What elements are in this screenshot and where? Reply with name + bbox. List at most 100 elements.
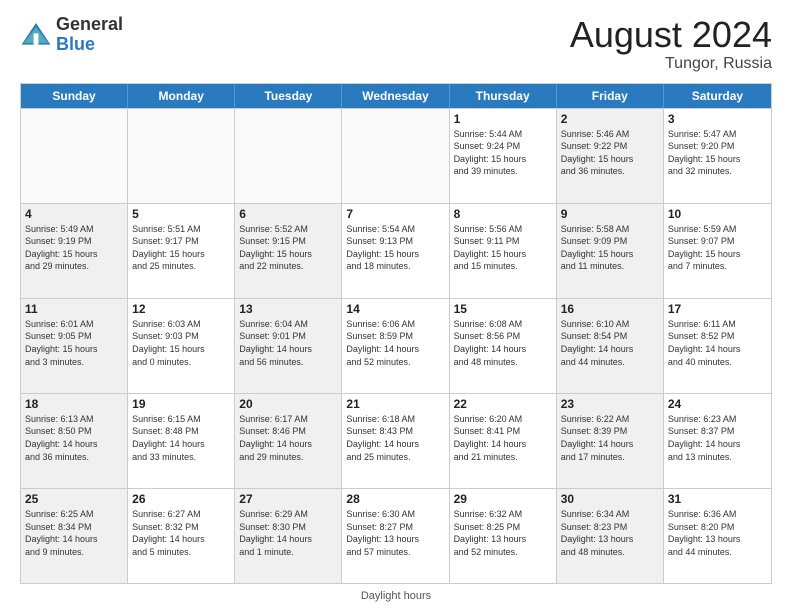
calendar-cell: 30Sunrise: 6:34 AM Sunset: 8:23 PM Dayli… [557, 489, 664, 583]
day-info: Sunrise: 6:22 AM Sunset: 8:39 PM Dayligh… [561, 413, 659, 463]
calendar-row: 18Sunrise: 6:13 AM Sunset: 8:50 PM Dayli… [21, 393, 771, 488]
calendar-cell: 26Sunrise: 6:27 AM Sunset: 8:32 PM Dayli… [128, 489, 235, 583]
day-info: Sunrise: 6:11 AM Sunset: 8:52 PM Dayligh… [668, 318, 767, 368]
footer: Daylight hours [20, 590, 772, 602]
day-info: Sunrise: 6:08 AM Sunset: 8:56 PM Dayligh… [454, 318, 552, 368]
calendar-cell: 29 Sunrise: 6:32 AM Sunset: 8:25 PM Dayli… [450, 489, 557, 583]
day-info: Sunrise: 6:36 AM Sunset: 8:20 PM Dayligh… [668, 508, 767, 558]
weekday-header: Thursday [450, 84, 557, 108]
logo: General Blue [20, 15, 123, 55]
day-info: Sunrise: 5:54 AM Sunset: 9:13 PM Dayligh… [346, 223, 444, 273]
title-block: August 2024 Tungor, Russia [570, 15, 772, 73]
weekday-header: Friday [557, 84, 664, 108]
calendar-cell: 12 Sunrise: 6:03 AM Sunset: 9:03 PM Dayli… [128, 299, 235, 393]
day-number: 26 [132, 492, 230, 506]
weekday-header: Sunday [21, 84, 128, 108]
calendar-row: 4 Sunrise: 5:49 AM Sunset: 9:19 PM Daylig… [21, 203, 771, 298]
day-number: 4 [25, 207, 123, 221]
day-info: Sunrise: 6:20 AM Sunset: 8:41 PM Dayligh… [454, 413, 552, 463]
day-info: Sunrise: 5:44 AM Sunset: 9:24 PM Dayligh… [454, 128, 552, 178]
day-number: 7 [346, 207, 444, 221]
day-number: 20 [239, 397, 337, 411]
calendar-row: 11 Sunrise: 6:01 AM Sunset: 9:05 PM Dayli… [21, 298, 771, 393]
calendar-cell: 8Sunrise: 5:56 AM Sunset: 9:11 PM Daylig… [450, 204, 557, 298]
calendar-cell: 25 Sunrise: 6:25 AM Sunset: 8:34 PM Dayli… [21, 489, 128, 583]
day-number: 9 [561, 207, 659, 221]
daylight-label: Daylight hours [361, 590, 431, 602]
day-number: 8 [454, 207, 552, 221]
weekday-header: Tuesday [235, 84, 342, 108]
day-number: 22 [454, 397, 552, 411]
calendar-cell: 5 Sunrise: 5:51 AM Sunset: 9:17 PM Daylig… [128, 204, 235, 298]
calendar-body: 1Sunrise: 5:44 AM Sunset: 9:24 PM Daylig… [21, 108, 771, 583]
day-info: Sunrise: 5:51 AM Sunset: 9:17 PM Dayligh… [132, 223, 230, 273]
weekday-header: Saturday [664, 84, 771, 108]
day-number: 3 [668, 112, 767, 126]
calendar-cell: 15 Sunrise: 6:08 AM Sunset: 8:56 PM Dayli… [450, 299, 557, 393]
day-info: Sunrise: 6:29 AM Sunset: 8:30 PM Dayligh… [239, 508, 337, 558]
calendar-cell: 14 Sunrise: 6:06 AM Sunset: 8:59 PM Dayli… [342, 299, 449, 393]
day-info: Sunrise: 6:06 AM Sunset: 8:59 PM Dayligh… [346, 318, 444, 368]
page: General Blue August 2024 Tungor, Russia … [0, 0, 792, 612]
day-info: Sunrise: 6:25 AM Sunset: 8:34 PM Dayligh… [25, 508, 123, 558]
day-info: Sunrise: 5:58 AM Sunset: 9:09 PM Dayligh… [561, 223, 659, 273]
calendar-cell: 19 Sunrise: 6:15 AM Sunset: 8:48 PM Dayli… [128, 394, 235, 488]
calendar-cell: 28 Sunrise: 6:30 AM Sunset: 8:27 PM Dayli… [342, 489, 449, 583]
day-info: Sunrise: 6:30 AM Sunset: 8:27 PM Dayligh… [346, 508, 444, 558]
calendar-cell: 20 Sunrise: 6:17 AM Sunset: 8:46 PM Dayli… [235, 394, 342, 488]
day-info: Sunrise: 6:04 AM Sunset: 9:01 PM Dayligh… [239, 318, 337, 368]
calendar-cell: 2 Sunrise: 5:46 AM Sunset: 9:22 PM Daylig… [557, 109, 664, 203]
day-info: Sunrise: 5:47 AM Sunset: 9:20 PM Dayligh… [668, 128, 767, 178]
day-number: 29 [454, 492, 552, 506]
day-number: 5 [132, 207, 230, 221]
calendar-cell [128, 109, 235, 203]
day-info: Sunrise: 6:03 AM Sunset: 9:03 PM Dayligh… [132, 318, 230, 368]
day-number: 24 [668, 397, 767, 411]
location: Tungor, Russia [570, 55, 772, 73]
calendar-row: 25 Sunrise: 6:25 AM Sunset: 8:34 PM Dayli… [21, 488, 771, 583]
calendar-cell: 6 Sunrise: 5:52 AM Sunset: 9:15 PM Daylig… [235, 204, 342, 298]
calendar-cell: 27Sunrise: 6:29 AM Sunset: 8:30 PM Dayli… [235, 489, 342, 583]
day-number: 11 [25, 302, 123, 316]
calendar-cell [21, 109, 128, 203]
day-number: 30 [561, 492, 659, 506]
calendar-cell: 7 Sunrise: 5:54 AM Sunset: 9:13 PM Daylig… [342, 204, 449, 298]
calendar-cell: 18Sunrise: 6:13 AM Sunset: 8:50 PM Dayli… [21, 394, 128, 488]
day-number: 6 [239, 207, 337, 221]
day-info: Sunrise: 5:46 AM Sunset: 9:22 PM Dayligh… [561, 128, 659, 178]
calendar-cell [235, 109, 342, 203]
day-info: Sunrise: 6:32 AM Sunset: 8:25 PM Dayligh… [454, 508, 552, 558]
calendar-cell: 24 Sunrise: 6:23 AM Sunset: 8:37 PM Dayli… [664, 394, 771, 488]
day-info: Sunrise: 6:17 AM Sunset: 8:46 PM Dayligh… [239, 413, 337, 463]
day-number: 18 [25, 397, 123, 411]
day-number: 14 [346, 302, 444, 316]
day-info: Sunrise: 5:52 AM Sunset: 9:15 PM Dayligh… [239, 223, 337, 273]
day-info: Sunrise: 6:01 AM Sunset: 9:05 PM Dayligh… [25, 318, 123, 368]
day-number: 17 [668, 302, 767, 316]
day-number: 28 [346, 492, 444, 506]
day-number: 21 [346, 397, 444, 411]
month-title: August 2024 [570, 15, 772, 55]
day-info: Sunrise: 6:15 AM Sunset: 8:48 PM Dayligh… [132, 413, 230, 463]
logo-icon [20, 19, 52, 51]
day-number: 19 [132, 397, 230, 411]
day-info: Sunrise: 5:49 AM Sunset: 9:19 PM Dayligh… [25, 223, 123, 273]
day-number: 25 [25, 492, 123, 506]
calendar-cell: 11 Sunrise: 6:01 AM Sunset: 9:05 PM Dayli… [21, 299, 128, 393]
calendar-cell [342, 109, 449, 203]
day-number: 23 [561, 397, 659, 411]
calendar-cell: 21Sunrise: 6:18 AM Sunset: 8:43 PM Dayli… [342, 394, 449, 488]
day-number: 15 [454, 302, 552, 316]
day-number: 2 [561, 112, 659, 126]
calendar-cell: 22 Sunrise: 6:20 AM Sunset: 8:41 PM Dayli… [450, 394, 557, 488]
calendar-row: 1Sunrise: 5:44 AM Sunset: 9:24 PM Daylig… [21, 108, 771, 203]
day-info: Sunrise: 6:10 AM Sunset: 8:54 PM Dayligh… [561, 318, 659, 368]
day-number: 31 [668, 492, 767, 506]
calendar-cell: 9 Sunrise: 5:58 AM Sunset: 9:09 PM Daylig… [557, 204, 664, 298]
day-number: 12 [132, 302, 230, 316]
calendar-cell: 16Sunrise: 6:10 AM Sunset: 8:54 PM Dayli… [557, 299, 664, 393]
day-info: Sunrise: 6:23 AM Sunset: 8:37 PM Dayligh… [668, 413, 767, 463]
weekday-header: Monday [128, 84, 235, 108]
calendar-header: SundayMondayTuesdayWednesdayThursdayFrid… [21, 84, 771, 108]
logo-blue-text: Blue [56, 34, 95, 54]
